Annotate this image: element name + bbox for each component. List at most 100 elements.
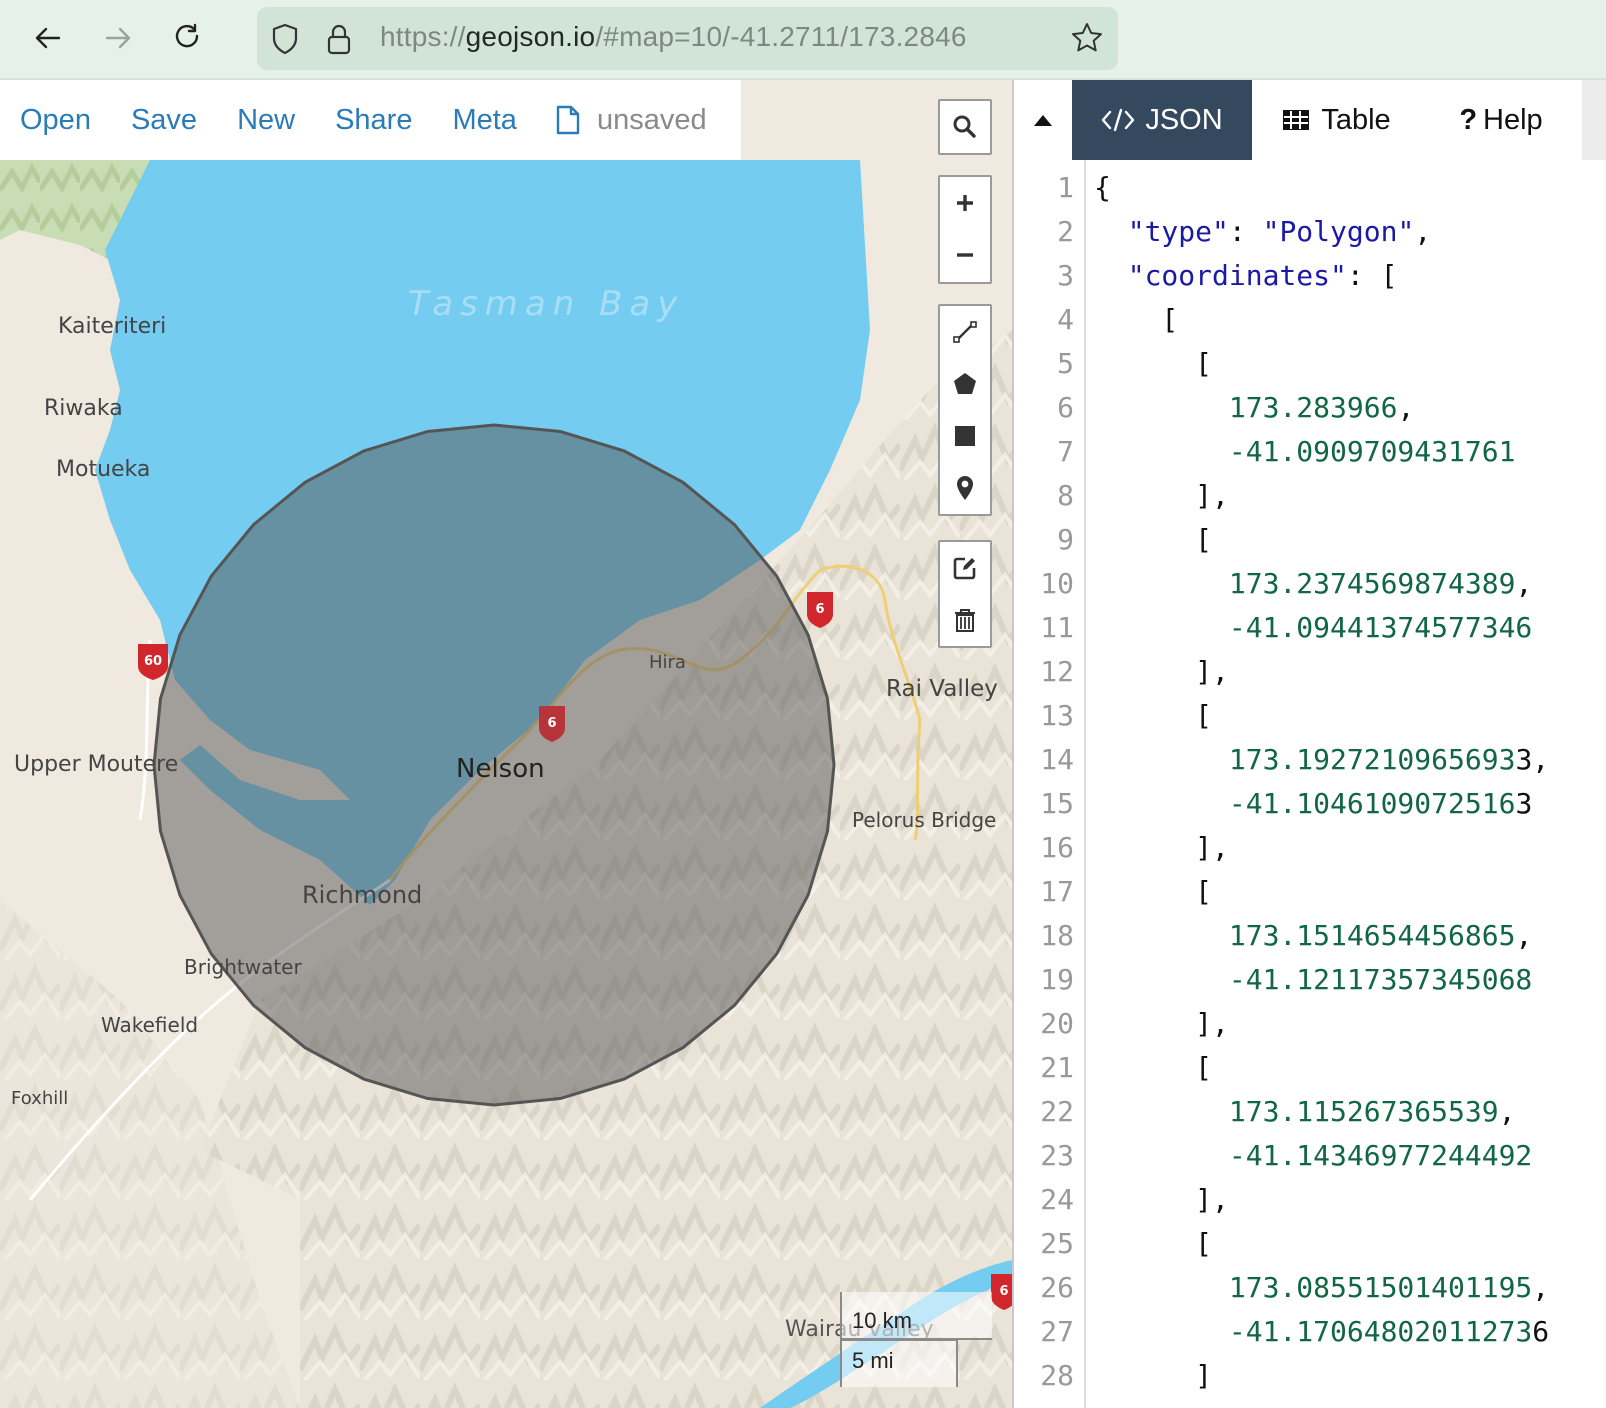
- shield-icon[interactable]: [269, 22, 301, 56]
- json-punctuation: [: [1094, 523, 1213, 556]
- lock-icon[interactable]: [323, 22, 355, 56]
- editor-line[interactable]: 15 -41.10461090725163: [1014, 782, 1606, 826]
- line-code: ],: [1094, 650, 1229, 694]
- editor-line[interactable]: 21 [: [1014, 1046, 1606, 1090]
- json-punctuation: [: [1094, 303, 1179, 336]
- forward-arrow-icon: [105, 27, 131, 49]
- help-icon: ?: [1459, 103, 1478, 136]
- editor-line[interactable]: 2 "type": "Polygon",: [1014, 210, 1606, 254]
- editor-line[interactable]: 5 [: [1014, 342, 1606, 386]
- draw-polygon-button[interactable]: [940, 358, 990, 410]
- forward-button[interactable]: [96, 16, 140, 60]
- line-code: [: [1094, 298, 1178, 342]
- tab-bar-filler: [1582, 80, 1606, 160]
- line-code: 173.115267365539,: [1094, 1090, 1516, 1134]
- json-punctuation: ],: [1094, 1183, 1229, 1216]
- url-text[interactable]: https://geojson.io/#map=10/-41.2711/173.…: [380, 21, 967, 53]
- place-label: Kaiteriteri: [58, 314, 166, 339]
- json-punctuation: ,: [1397, 391, 1415, 424]
- editor-line[interactable]: 22 173.115267365539,: [1014, 1090, 1606, 1134]
- editor-line[interactable]: 11 -41.09441374577346: [1014, 606, 1606, 650]
- delete-button[interactable]: [940, 594, 990, 646]
- editor-line[interactable]: 4 [: [1014, 298, 1606, 342]
- line-code: [: [1094, 342, 1212, 386]
- meta-link[interactable]: Meta: [452, 104, 516, 137]
- reload-button[interactable]: [166, 16, 210, 60]
- editor-line[interactable]: 13 [: [1014, 694, 1606, 738]
- editor-line[interactable]: 16 ],: [1014, 826, 1606, 870]
- json-punctuation: [1094, 215, 1128, 248]
- search-button[interactable]: [940, 101, 990, 153]
- tab-help[interactable]: ? Help: [1420, 80, 1582, 160]
- json-editor[interactable]: 1{2 "type": "Polygon", 3 "coordinates": […: [1014, 160, 1606, 1408]
- editor-line[interactable]: 18 173.1514654456865,: [1014, 914, 1606, 958]
- editor-line[interactable]: 6 173.283966,: [1014, 386, 1606, 430]
- browser-toolbar: https://geojson.io/#map=10/-41.2711/173.…: [0, 0, 1606, 80]
- tab-table[interactable]: Table: [1252, 80, 1420, 160]
- json-punctuation: {: [1094, 171, 1111, 204]
- back-button[interactable]: [26, 16, 70, 60]
- collapse-pane-button[interactable]: [1014, 80, 1072, 160]
- editor-line[interactable]: 19 -41.12117357345068: [1014, 958, 1606, 1002]
- tab-json[interactable]: JSON: [1072, 80, 1252, 160]
- editor-line[interactable]: 7 -41.0909709431761: [1014, 430, 1606, 474]
- line-number: 2: [1057, 215, 1074, 248]
- zoom-out-button[interactable]: [940, 229, 990, 281]
- place-label: Riwaka: [44, 396, 123, 421]
- address-bar[interactable]: https://geojson.io/#map=10/-41.2711/173.…: [257, 7, 1118, 70]
- line-code: 173.283966,: [1094, 386, 1414, 430]
- shield-number: 60: [144, 654, 162, 669]
- place-label: Foxhill: [11, 1088, 68, 1109]
- json-punctuation: [: [1094, 1051, 1213, 1084]
- editor-line[interactable]: 26 173.08551501401195,: [1014, 1266, 1606, 1310]
- draw-marker-button[interactable]: [940, 462, 990, 514]
- new-link[interactable]: New: [237, 104, 295, 137]
- json-string: "Polygon": [1262, 215, 1415, 248]
- json-punctuation: [1094, 919, 1229, 952]
- editor-line[interactable]: 17 [: [1014, 870, 1606, 914]
- editor-line[interactable]: 9 [: [1014, 518, 1606, 562]
- editor-line[interactable]: 3 "coordinates": [: [1014, 254, 1606, 298]
- editor-line[interactable]: 12 ],: [1014, 650, 1606, 694]
- json-number: -41.12117357345068: [1228, 963, 1533, 996]
- json-punctuation: [: [1094, 347, 1213, 380]
- editor-line[interactable]: 28 ]: [1014, 1354, 1606, 1398]
- json-number: 173.1514654456865: [1228, 919, 1516, 952]
- editor-line[interactable]: 8 ],: [1014, 474, 1606, 518]
- line-number: 6: [1057, 391, 1074, 424]
- editor-line[interactable]: 23 -41.14346977244492: [1014, 1134, 1606, 1178]
- json-number: -41.09441374577346: [1228, 611, 1533, 644]
- json-punctuation: [1094, 787, 1229, 820]
- editor-line[interactable]: 1{: [1014, 166, 1606, 210]
- star-icon[interactable]: [1070, 21, 1104, 55]
- line-number: 22: [1040, 1095, 1074, 1128]
- road-shield: 60: [138, 644, 168, 680]
- tab-label: Table: [1321, 103, 1391, 136]
- basemap[interactable]: Tasman Bay Kaiteriteri Riwaka Motueka Up…: [0, 80, 1012, 1408]
- line-code: -41.0909709431761: [1094, 430, 1516, 474]
- line-code: [: [1094, 694, 1212, 738]
- file-menu-bar: Open Save New Share Meta unsaved: [0, 80, 741, 160]
- editor-line[interactable]: 10 173.2374569874389,: [1014, 562, 1606, 606]
- line-number: 5: [1057, 347, 1074, 380]
- line-number: 18: [1040, 919, 1074, 952]
- water-label: Tasman Bay: [408, 284, 684, 324]
- shield-number: 6: [999, 1284, 1008, 1299]
- line-code: -41.12117357345068: [1094, 958, 1532, 1002]
- draw-rectangle-button[interactable]: [940, 410, 990, 462]
- json-punctuation: [1094, 743, 1229, 776]
- editor-line[interactable]: 14 173.19272109656933,: [1014, 738, 1606, 782]
- json-punctuation: 3,: [1515, 743, 1550, 776]
- editor-line[interactable]: 24 ],: [1014, 1178, 1606, 1222]
- zoom-in-button[interactable]: [940, 177, 990, 229]
- draw-line-button[interactable]: [940, 306, 990, 358]
- open-link[interactable]: Open: [20, 104, 91, 137]
- edit-button[interactable]: [940, 542, 990, 594]
- line-code: -41.14346977244492: [1094, 1134, 1532, 1178]
- editor-line[interactable]: 20 ],: [1014, 1002, 1606, 1046]
- save-link[interactable]: Save: [131, 104, 197, 137]
- editor-line[interactable]: 25 [: [1014, 1222, 1606, 1266]
- share-link[interactable]: Share: [335, 104, 412, 137]
- map[interactable]: Tasman Bay Kaiteriteri Riwaka Motueka Up…: [0, 80, 1012, 1408]
- editor-line[interactable]: 27 -41.170648020112736: [1014, 1310, 1606, 1354]
